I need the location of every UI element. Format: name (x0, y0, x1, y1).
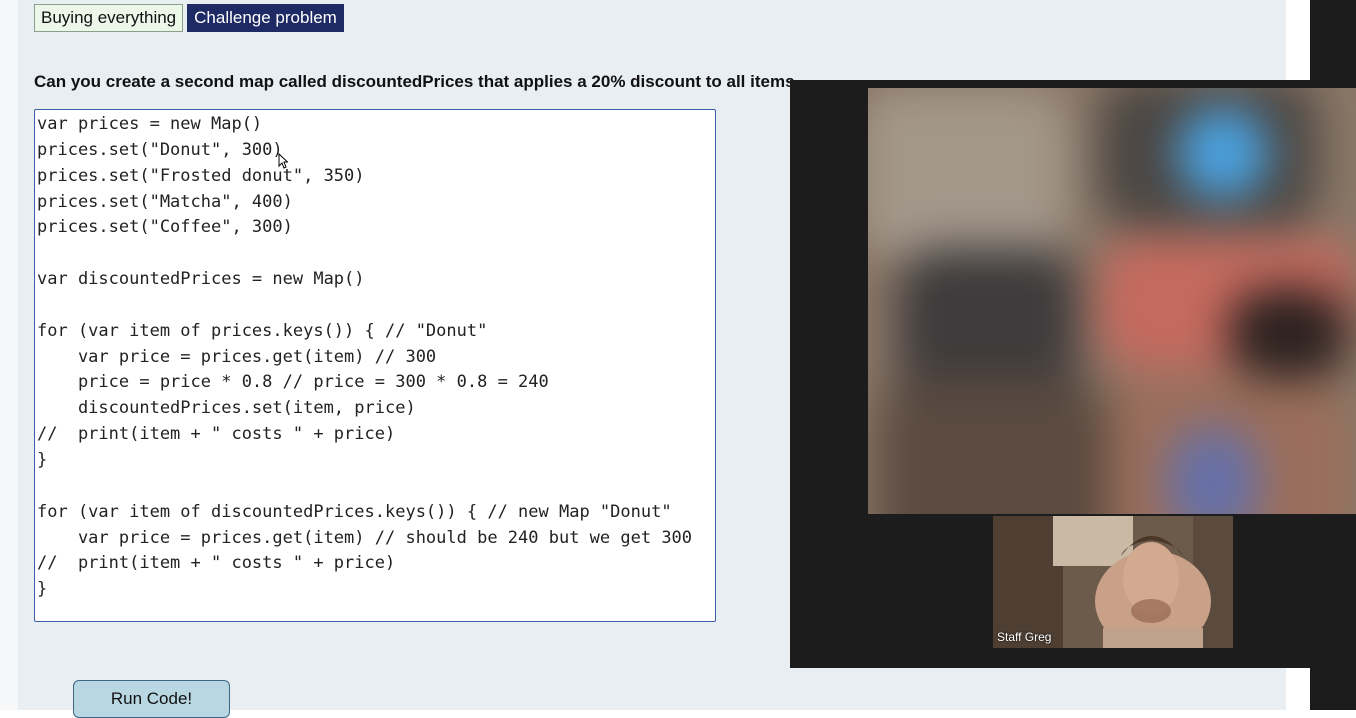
code-line: var price = prices.get(item) // 300 (37, 346, 437, 367)
code-line: var price = prices.get(item) // should b… (37, 527, 693, 548)
main-video-feed (868, 88, 1356, 514)
code-line: var prices = new Map() (37, 114, 263, 134)
code-line: prices.set("Coffee", 300) (37, 217, 293, 238)
video-feed-icon (868, 88, 1356, 514)
self-video-feed (993, 516, 1233, 648)
webcam-person-icon (993, 516, 1233, 648)
code-line: // print(item + " costs " + price) (37, 553, 396, 574)
question-text: Can you create a second map called disco… (34, 72, 794, 91)
code-line: var discountedPrices = new Map() (37, 269, 365, 290)
participant-name-label: Staff Greg (997, 630, 1052, 644)
code-line: prices.set("Donut", 300) (37, 139, 283, 160)
code-line: prices.set("Frosted donut", 350) (37, 165, 365, 186)
code-line: for (var item of prices.keys()) { // "Do… (37, 320, 488, 341)
code-line: } (37, 579, 48, 600)
code-line: for (var item of discountedPrices.keys()… (37, 501, 672, 522)
code-line: } (37, 449, 48, 470)
code-line: discountedPrices.set(item, price) (37, 398, 416, 419)
tab-buying-everything[interactable]: Buying everything (34, 4, 184, 32)
code-line: // print(item + " costs " + price) (37, 424, 396, 445)
code-editor[interactable]: var prices = new Map() prices.set("Donut… (34, 109, 716, 622)
code-content[interactable]: var prices = new Map() prices.set("Donut… (37, 112, 692, 603)
code-line: prices.set("Matcha", 400) (37, 191, 293, 212)
mouse-pointer-icon (278, 153, 288, 169)
tab-challenge-problem[interactable]: Challenge problem (187, 4, 344, 32)
left-gutter (0, 0, 19, 710)
code-line: price = price * 0.8 // price = 300 * 0.8… (37, 372, 549, 393)
tab-bar: Buying everything Challenge problem (34, 4, 344, 32)
run-code-button[interactable]: Run Code! (73, 680, 230, 718)
